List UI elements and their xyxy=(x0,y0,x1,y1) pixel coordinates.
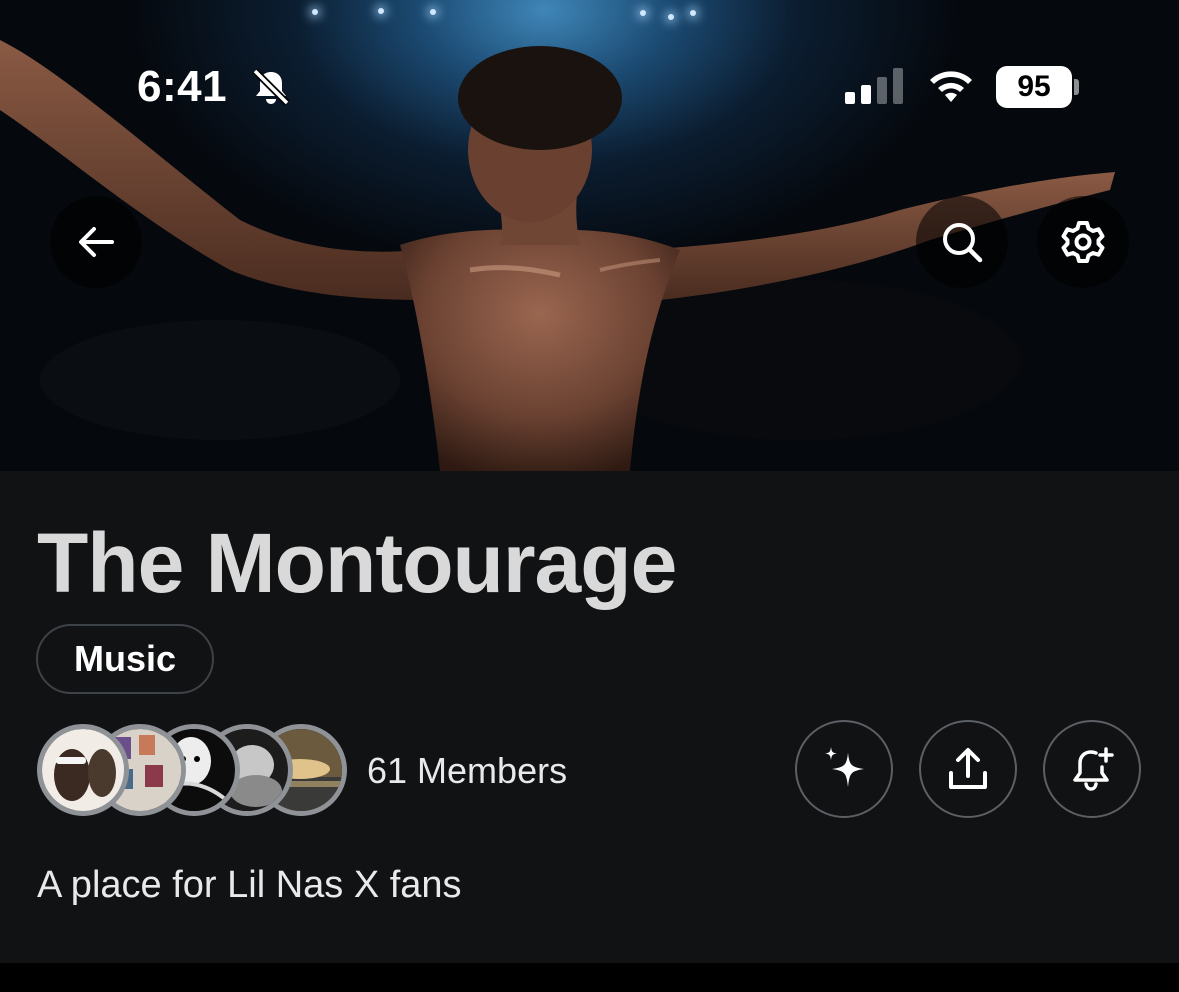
highlights-button[interactable] xyxy=(795,720,893,818)
member-avatars[interactable] xyxy=(37,724,347,816)
avatar xyxy=(37,724,129,816)
share-button[interactable] xyxy=(919,720,1017,818)
members-count[interactable]: 61 Members xyxy=(367,750,567,792)
bell-plus-icon xyxy=(1073,747,1114,791)
settings-button[interactable] xyxy=(1037,196,1129,288)
sparkle-icon xyxy=(825,747,864,787)
bottom-divider xyxy=(0,963,1179,992)
share-icon xyxy=(949,748,987,789)
wifi-icon xyxy=(930,71,972,102)
community-title: The Montourage xyxy=(37,516,677,610)
community-description: A place for Lil Nas X fans xyxy=(37,864,462,906)
search-button[interactable] xyxy=(916,196,1008,288)
back-arrow-icon xyxy=(79,227,114,257)
category-chip[interactable]: Music xyxy=(36,624,215,694)
status-time: 6:41 xyxy=(137,62,228,111)
search-icon xyxy=(943,223,983,263)
gear-icon xyxy=(1061,221,1105,263)
back-button[interactable] xyxy=(50,196,142,288)
bell-off-icon xyxy=(252,68,290,106)
notifications-button[interactable] xyxy=(1043,720,1141,818)
signal-icon xyxy=(845,68,903,104)
battery-level: 95 xyxy=(996,66,1072,108)
battery-icon: 95 xyxy=(996,66,1080,108)
